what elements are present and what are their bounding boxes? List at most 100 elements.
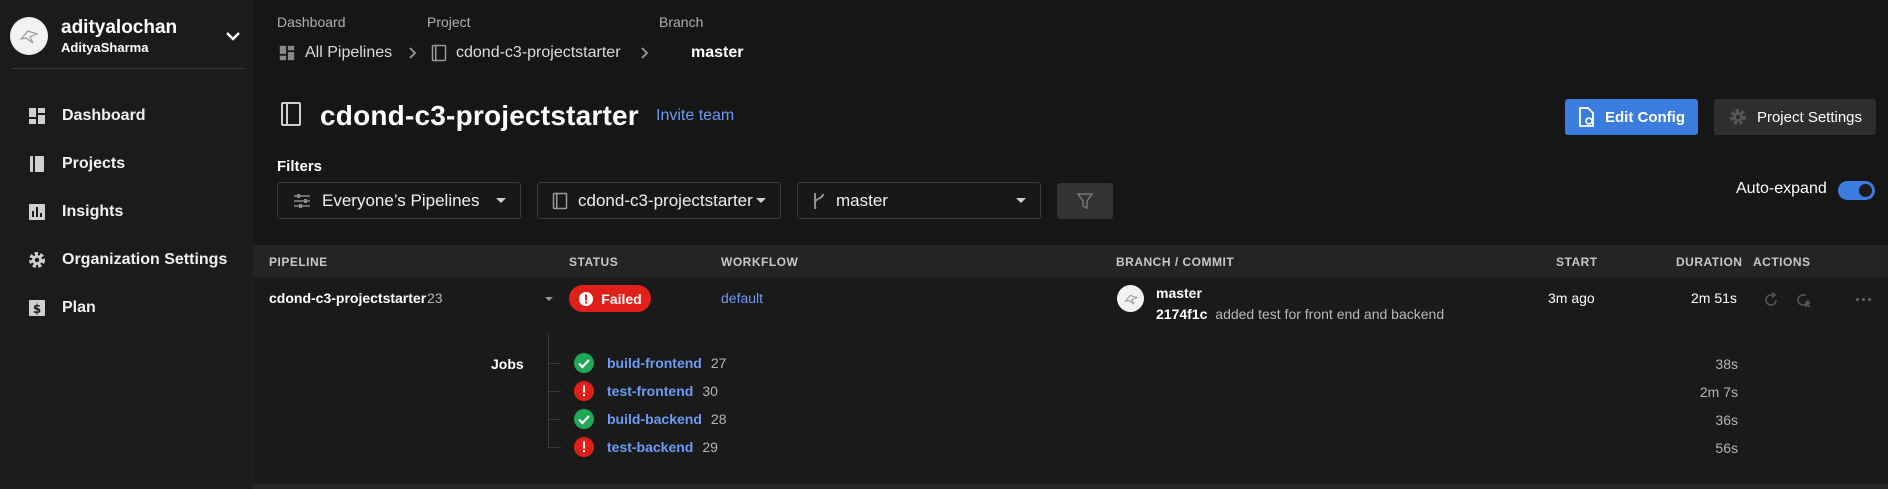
project-title-text: cdond-c3-projectstarter [320,100,639,131]
job-row: build-frontend 27 [549,353,726,373]
branch-icon [812,191,826,211]
column-header-branch-commit: BRANCH / COMMIT [1116,255,1235,269]
sidebar-nav: Dashboard Projects Insights Organization… [0,92,253,332]
column-header-pipeline: PIPELINE [269,255,328,269]
pipelines-filter-select[interactable]: Everyone’s Pipelines [277,182,521,219]
table-footer-bar [253,484,1888,489]
commit-message: added test for front end and backend [1215,306,1445,322]
workflow-link[interactable]: default [721,290,763,306]
jobs-label: Jobs [491,356,524,372]
dashboard-icon [26,105,48,127]
branch-name[interactable]: master [1156,285,1202,301]
toggle-knob [1859,184,1872,197]
pipeline-name-link[interactable]: cdond-c3-projectstarter [269,290,426,306]
sidebar-item-projects[interactable]: Projects [0,140,253,188]
job-number: 28 [710,411,727,427]
svg-text:$: $ [33,302,41,316]
project-filter-select[interactable]: cdond-c3-projectstarter [537,182,781,219]
project-settings-button[interactable]: Project Settings [1714,99,1876,135]
job-row: test-backend 29 [549,437,718,457]
more-icon[interactable] [1856,298,1871,301]
sidebar-divider [12,68,245,69]
commit-info: 2174f1c added test for front end and bac… [1156,306,1444,322]
sidebar-item-insights[interactable]: Insights [0,188,253,236]
projects-icon [26,153,48,175]
dashboard-icon [278,44,296,62]
branch-filter-value: master [836,190,888,210]
user-name: AdityaSharma [61,39,149,55]
project-filter-value: cdond-c3-projectstarter [578,190,753,210]
org-name: adityalochan [61,16,178,38]
breadcrumb-branch-heading: Branch [659,14,704,30]
table-header: PIPELINE STATUS WORKFLOW BRANCH / COMMIT… [253,245,1888,277]
sidebar-item-organization-settings[interactable]: Organization Settings [0,236,253,284]
chevron-down-icon[interactable] [221,24,245,48]
breadcrumb-dashboard-heading: Dashboard [277,14,346,30]
alert-icon [578,291,594,307]
cancel-icon[interactable] [1794,291,1812,309]
column-header-duration: DURATION [1676,255,1743,269]
caret-down-icon [496,198,506,203]
job-link[interactable]: build-frontend [607,355,702,371]
funnel-icon [1076,192,1094,210]
sidebar-item-label: Organization Settings [62,251,228,268]
projects-icon [552,192,568,210]
sidebar-item-dashboard[interactable]: Dashboard [0,92,253,140]
invite-team-link[interactable]: Invite team [656,107,734,125]
caret-down-icon [756,198,766,203]
sliders-icon [292,192,312,210]
file-gear-icon [1578,107,1595,127]
breadcrumb-all-pipelines[interactable]: All Pipelines [278,44,392,62]
pipeline-number: 23 [427,290,443,306]
filters-label: Filters [277,158,323,175]
gear-icon [1728,107,1748,127]
commit-hash[interactable]: 2174f1c [1156,306,1207,322]
auto-expand-toggle[interactable] [1838,181,1875,200]
sidebar-item-label: Dashboard [62,107,146,124]
job-duration: 2m 7s [1699,384,1738,400]
job-link[interactable]: test-backend [607,439,693,455]
column-header-actions: ACTIONS [1753,255,1811,269]
branch-filter-select[interactable]: master [797,182,1041,219]
caret-down-icon [1016,198,1026,203]
rerun-icon[interactable] [1762,291,1780,309]
page-title: cdond-c3-projectstarter [280,100,639,132]
job-number: 27 [710,355,727,371]
edit-config-button[interactable]: Edit Config [1565,99,1698,135]
sidebar-item-label: Insights [62,203,124,220]
job-number: 30 [702,383,718,399]
job-row: build-backend 28 [549,409,726,429]
org-avatar [10,17,48,55]
org-switcher[interactable]: adityalochan AdityaSharma [10,10,245,62]
job-link[interactable]: build-backend [607,411,702,427]
table-row [253,277,1888,484]
projects-icon [431,44,447,62]
expand-caret-icon[interactable] [545,297,553,301]
job-duration: 36s [1715,412,1738,428]
breadcrumb-project[interactable]: cdond-c3-projectstarter [431,44,621,62]
column-header-workflow: WORKFLOW [721,255,799,269]
status-label: Failed [601,290,642,307]
insights-icon [26,201,48,223]
alert-icon [574,381,594,401]
column-header-start: START [1556,255,1598,269]
sidebar-item-plan[interactable]: $ Plan [0,284,253,332]
job-link[interactable]: test-frontend [607,383,693,399]
column-header-status: STATUS [569,255,619,269]
job-duration: 38s [1715,356,1738,372]
projects-icon [280,101,302,131]
edit-config-label: Edit Config [1605,108,1685,126]
gear-icon [26,249,48,271]
status-badge[interactable]: Failed [569,285,651,312]
success-icon [574,409,594,429]
filter-button[interactable] [1057,183,1113,219]
start-time: 3m ago [1548,290,1595,306]
breadcrumb-link-label: cdond-c3-projectstarter [456,44,621,61]
dollar-icon: $ [26,297,48,319]
sidebar: adityalochan AdityaSharma Dashboard Proj… [0,0,253,489]
auto-expand-label: Auto-expand [1736,180,1827,197]
success-icon [574,353,594,373]
sidebar-item-label: Projects [62,155,126,172]
pipelines-filter-value: Everyone’s Pipelines [322,190,480,210]
project-settings-label: Project Settings [1756,108,1863,126]
